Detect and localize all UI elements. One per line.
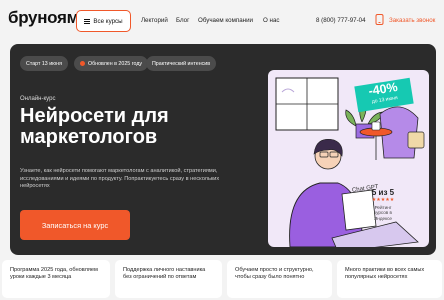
intensive-label: Практический интенсив (152, 60, 211, 67)
flame-icon (80, 61, 85, 66)
menu-icon (84, 18, 91, 24)
updated-label: Обновлен в 2025 году (88, 60, 143, 67)
nav-about[interactable]: О нас (263, 17, 279, 24)
updated-chip: Обновлен в 2025 году (74, 56, 149, 71)
feature-text: Много практики во всех самых популярных … (345, 267, 425, 281)
rating-caption: Рейтинг курсов в Яндексе (373, 205, 392, 221)
page: бруноям Все курсы Лекторий Блог Обучаем … (0, 0, 444, 300)
feature-card-program: Программа 2025 года, обновляем уроки каж… (2, 260, 110, 298)
callback-link[interactable]: Заказать звонок (389, 17, 435, 24)
rating-card: 5 из 5 ★★★★★ Рейтинг курсов в Яндексе (368, 188, 398, 246)
all-courses-label: Все курсы (93, 17, 123, 25)
feature-text: Программа 2025 года, обновляем уроки каж… (10, 267, 98, 281)
nav-companies[interactable]: Обучаем компании (198, 17, 253, 24)
feature-card-structure: Обучаем просто и структурно, чтобы сразу… (227, 260, 332, 298)
phone-link[interactable]: 8 (800) 777-97-04 (316, 17, 366, 24)
hero-banner: Старт 13 июня Обновлен в 2025 году Практ… (10, 44, 436, 255)
rating-score: 5 из 5 (371, 188, 395, 197)
feature-card-practice: Много практики во всех самых популярных … (337, 260, 442, 298)
course-illustration: Chat GPT -40% до 13 июня 5 из 5 ★★★★★ Ре… (268, 70, 429, 247)
enroll-button[interactable]: Записаться на курс (20, 210, 130, 240)
start-date-chip: Старт 13 июня (20, 56, 68, 71)
course-type: Онлайн-курс (20, 96, 56, 102)
page-title: Нейросети для маркетологов (20, 105, 169, 148)
site-header: бруноям Все курсы Лекторий Блог Обучаем … (0, 0, 444, 40)
course-description: Узнаете, как нейросети помогают маркетол… (20, 168, 220, 190)
brand-logo[interactable]: бруноям (8, 8, 79, 28)
start-date-label: Старт 13 июня (26, 60, 62, 67)
feature-text: Поддержка личного наставника без огранич… (123, 267, 206, 281)
nav-blog[interactable]: Блог (176, 17, 189, 24)
phone-icon[interactable] (375, 14, 384, 25)
all-courses-button[interactable]: Все курсы (76, 10, 131, 32)
feature-card-mentor: Поддержка личного наставника без огранич… (115, 260, 222, 298)
enroll-button-label: Записаться на курс (41, 220, 109, 230)
rating-stars-icon: ★★★★★ (371, 197, 395, 203)
feature-text: Обучаем просто и структурно, чтобы сразу… (235, 267, 314, 281)
nav-lectorium[interactable]: Лекторий (141, 17, 168, 24)
intensive-chip: Практический интенсив (146, 56, 217, 71)
